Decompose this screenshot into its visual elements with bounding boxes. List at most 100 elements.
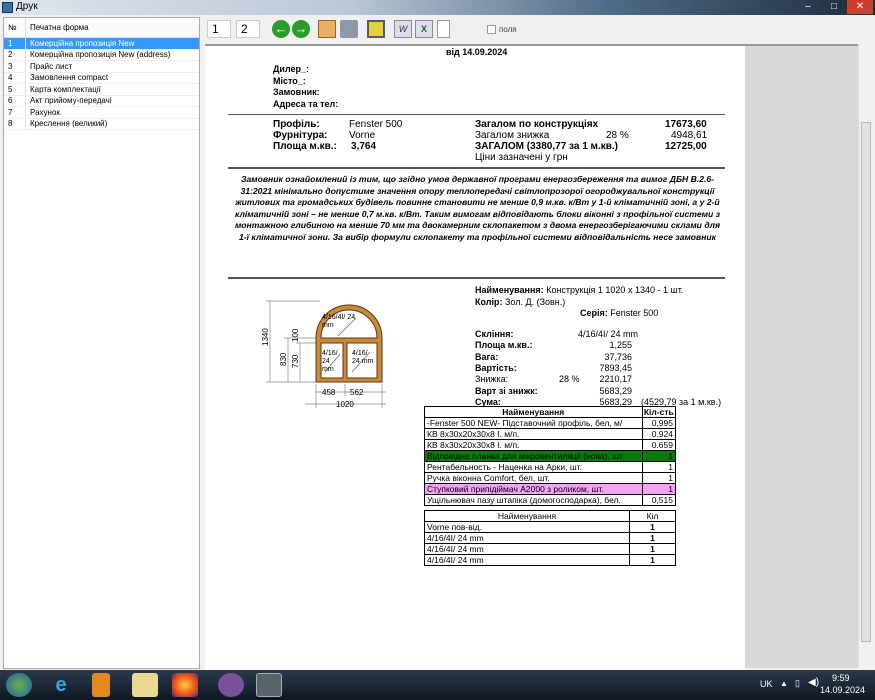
- fittings-value: Vorne: [349, 130, 376, 141]
- table-row: -Fenster 500 NEW- Підставочний профіль, …: [424, 417, 677, 429]
- print-forms-list[interactable]: № Печатна форма 1 Комерційна пропозиція N…: [3, 17, 200, 669]
- item-number: 1: [4, 38, 26, 49]
- grand-total-label: ЗАГАЛОМ (3380,77 за 1 м.кв.): [475, 141, 618, 152]
- glass-label-right: 4/16/ 24 mm: [352, 350, 374, 365]
- start-icon[interactable]: [6, 673, 32, 697]
- dim-width-total: 1020: [336, 400, 354, 409]
- item-label: Замовлення compact: [30, 73, 109, 83]
- scrollbar-thumb[interactable]: [861, 122, 871, 642]
- window-title: Друк: [16, 1, 38, 12]
- clock-time[interactable]: 9:59: [832, 673, 850, 683]
- cell-qty: 0.659: [641, 439, 677, 451]
- construction-specs: Скління: 4/16/4І/ 24 mm Площа м.кв.: 1,255 В…: [475, 329, 745, 409]
- divider: [228, 114, 725, 115]
- dim-height-730: 730: [291, 354, 300, 368]
- cell-qty: 1: [629, 532, 676, 544]
- item-number: 5: [4, 84, 26, 95]
- client-block: Дилер_: Місто_: Замовник: Адреса та тел:: [273, 64, 338, 110]
- close-button[interactable]: ✕: [847, 0, 873, 14]
- firefox-icon[interactable]: [172, 673, 198, 697]
- glass-label-top: 4/16/4І/ 24 mm: [322, 314, 356, 329]
- list-item[interactable]: 7 Рахунок: [4, 107, 199, 119]
- construction-info: Найменування: Конструкція 1 1020 x 1340 …: [475, 285, 683, 308]
- address-label: Адреса та тел:: [273, 98, 339, 109]
- list-item[interactable]: 8 Креслення (великий): [4, 118, 199, 130]
- profile-value: Fenster 500: [349, 119, 403, 130]
- col-name: Найменування: [424, 510, 630, 522]
- area-label: Площа м.кв.:: [273, 141, 337, 152]
- disc-label: Знижка:: [475, 374, 509, 385]
- language-indicator[interactable]: UK: [760, 679, 773, 689]
- edit-icon[interactable]: [318, 20, 336, 38]
- disc-percent: 28 %: [559, 374, 580, 385]
- after-disc-value: 5683,29: [599, 385, 632, 396]
- list-item[interactable]: 3 Прайс лист: [4, 61, 199, 73]
- table-row: 4/16/4І/ 24 mm 1: [424, 543, 676, 555]
- area-value: 3,764: [351, 141, 377, 152]
- tray-arrow-icon[interactable]: ▲: [780, 679, 788, 688]
- table-row: КВ 8x30x20x30x8 I. м/п. 0.659: [424, 439, 677, 451]
- image-icon[interactable]: [367, 20, 385, 38]
- page-to-input[interactable]: 2: [236, 20, 260, 38]
- document-icon[interactable]: [437, 20, 450, 38]
- city-label: Місто_:: [273, 75, 306, 86]
- word-icon[interactable]: W: [394, 20, 412, 38]
- page-from-input[interactable]: 1: [207, 20, 231, 38]
- list-item[interactable]: 1 Комерційна пропозиція New: [4, 38, 199, 50]
- weight-label: Вага:: [475, 351, 499, 362]
- vertical-scrollbar[interactable]: [858, 44, 872, 668]
- item-label: Комерційна пропозиція New (address): [30, 50, 171, 60]
- list-item[interactable]: 5 Карта комплектації: [4, 84, 199, 96]
- cell-qty: 1: [641, 450, 677, 462]
- cost-label: Вартість:: [475, 362, 517, 373]
- list-item[interactable]: 2 Комерційна пропозиція New (address): [4, 49, 199, 61]
- total-constructions-value: 17673,60: [665, 119, 707, 130]
- divider: [228, 167, 725, 169]
- forward-arrow-icon[interactable]: →: [292, 20, 310, 38]
- minimize-button[interactable]: –: [795, 0, 821, 14]
- app-window-icon[interactable]: [256, 673, 282, 697]
- print-icon[interactable]: [340, 20, 358, 38]
- document-page: від 14.09.2024 Дилер_: Місто_: Замовник:…: [205, 46, 745, 670]
- fields-checkbox[interactable]: [487, 25, 496, 34]
- cell-name: 4/16/4І/ 24 mm: [424, 543, 630, 555]
- doc-date: від 14.09.2024: [446, 47, 508, 57]
- cell-qty: 0.924: [641, 428, 677, 440]
- network-icon[interactable]: ▯: [795, 678, 800, 689]
- cell-qty: 1: [641, 461, 677, 473]
- clock-date[interactable]: 14.09.2024: [820, 685, 865, 695]
- list-item[interactable]: 6 Акт прийому-передачі: [4, 95, 199, 107]
- glass-label: Скління:: [475, 329, 514, 339]
- fittings-label: Фурнітура:: [273, 130, 328, 141]
- back-arrow-icon[interactable]: ←: [272, 20, 290, 38]
- media-player-icon[interactable]: [92, 673, 110, 697]
- maximize-button[interactable]: □: [821, 0, 847, 14]
- list-item[interactable]: 4 Замовлення compact: [4, 72, 199, 84]
- ie-icon[interactable]: e: [48, 673, 74, 697]
- explorer-icon[interactable]: [132, 673, 158, 697]
- series-label: Серія:: [580, 308, 608, 318]
- item-number: 7: [4, 107, 26, 118]
- excel-icon[interactable]: X: [415, 20, 433, 38]
- cell-name: Ручка віконна Comfort, бел, шт.: [424, 472, 643, 484]
- volume-icon[interactable]: ◀): [808, 677, 819, 688]
- col-form[interactable]: Печатна форма: [26, 23, 89, 32]
- cell-name: Ступковий припідіймач A2000 з роликом, ш…: [424, 483, 643, 495]
- item-label: Рахунок: [30, 107, 60, 117]
- col-qty: Кіл: [629, 510, 676, 522]
- materials-table: Найменування Кіл-сть -Fenster 500 NEW- Пі…: [424, 406, 677, 506]
- dealer-label: Дилер_:: [273, 64, 310, 74]
- item-label: Акт прийому-передачі: [30, 96, 112, 106]
- col-number[interactable]: №: [4, 18, 26, 37]
- name-value: Конструкція 1 1020 x 1340 - 1 шт.: [546, 285, 684, 295]
- disc-value: 2210,17: [599, 374, 632, 385]
- window-drawing: 1340 830 730 100 458 562 1020 4/16/4І/ 2…: [260, 296, 390, 414]
- app-icon: [2, 2, 13, 13]
- cell-qty: 1: [641, 472, 677, 484]
- profile-label: Профіль:: [273, 119, 320, 130]
- cell-qty: 1: [629, 521, 676, 533]
- viber-icon[interactable]: [218, 673, 244, 697]
- discount-value: 4948,61: [671, 130, 708, 141]
- item-label: Креслення (великий): [30, 119, 108, 129]
- list-header: № Печатна форма: [4, 18, 199, 38]
